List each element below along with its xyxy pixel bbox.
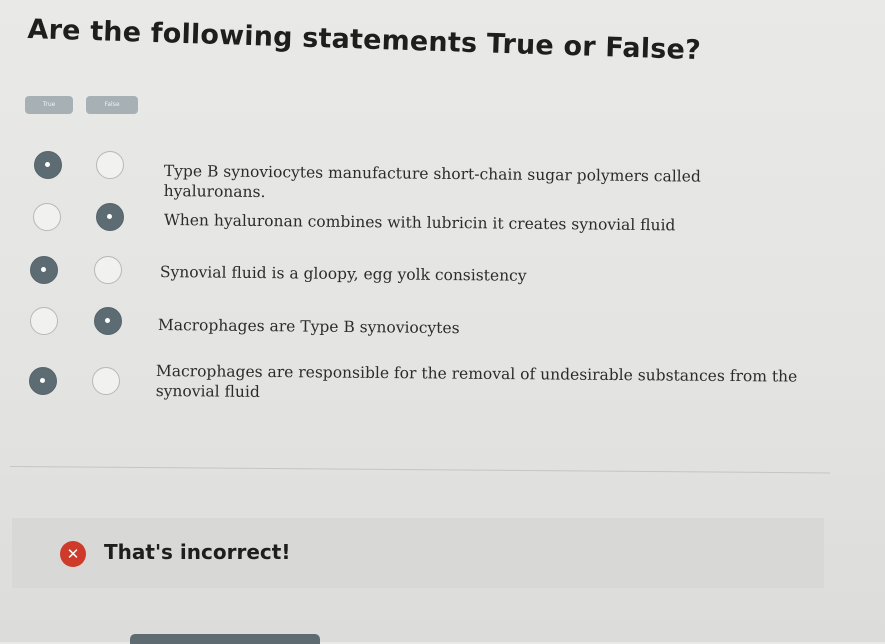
feedback-message: That's incorrect! xyxy=(104,540,291,564)
divider xyxy=(9,466,830,474)
statement-text: Type B synoviocytes manufacture short-ch… xyxy=(163,161,701,202)
column-header-false: False xyxy=(86,96,138,114)
true-radio[interactable] xyxy=(29,367,57,395)
feedback-banner: ✕ That's incorrect! xyxy=(12,518,824,588)
true-radio[interactable] xyxy=(34,151,62,179)
statement-text: Macrophages are Type B synoviocytes xyxy=(157,315,460,338)
question-title: Are the following statements True or Fal… xyxy=(27,14,702,67)
statement-text: When hyaluronan combines with lubricin i… xyxy=(163,210,676,235)
true-radio[interactable] xyxy=(30,256,58,284)
true-radio[interactable] xyxy=(33,203,61,231)
statement-row: Macrophages are Type B synoviocytes xyxy=(0,307,885,347)
statement-row: When hyaluronan combines with lubricin i… xyxy=(0,203,885,243)
false-radio[interactable] xyxy=(94,307,122,335)
false-radio[interactable] xyxy=(92,367,120,395)
statement-row: Type B synoviocytes manufacture short-ch… xyxy=(0,151,885,201)
continue-button[interactable] xyxy=(130,634,320,644)
false-radio[interactable] xyxy=(96,151,124,179)
statement-row: Synovial fluid is a gloopy, egg yolk con… xyxy=(0,256,885,296)
false-radio[interactable] xyxy=(94,256,122,284)
close-icon: ✕ xyxy=(60,541,86,567)
false-radio[interactable] xyxy=(96,203,124,231)
statement-row: Macrophages are responsible for the remo… xyxy=(0,361,885,411)
true-radio[interactable] xyxy=(30,307,58,335)
statement-text: Synovial fluid is a gloopy, egg yolk con… xyxy=(159,262,527,285)
statement-text: Macrophages are responsible for the remo… xyxy=(155,361,798,401)
column-header-true: True xyxy=(25,96,73,114)
